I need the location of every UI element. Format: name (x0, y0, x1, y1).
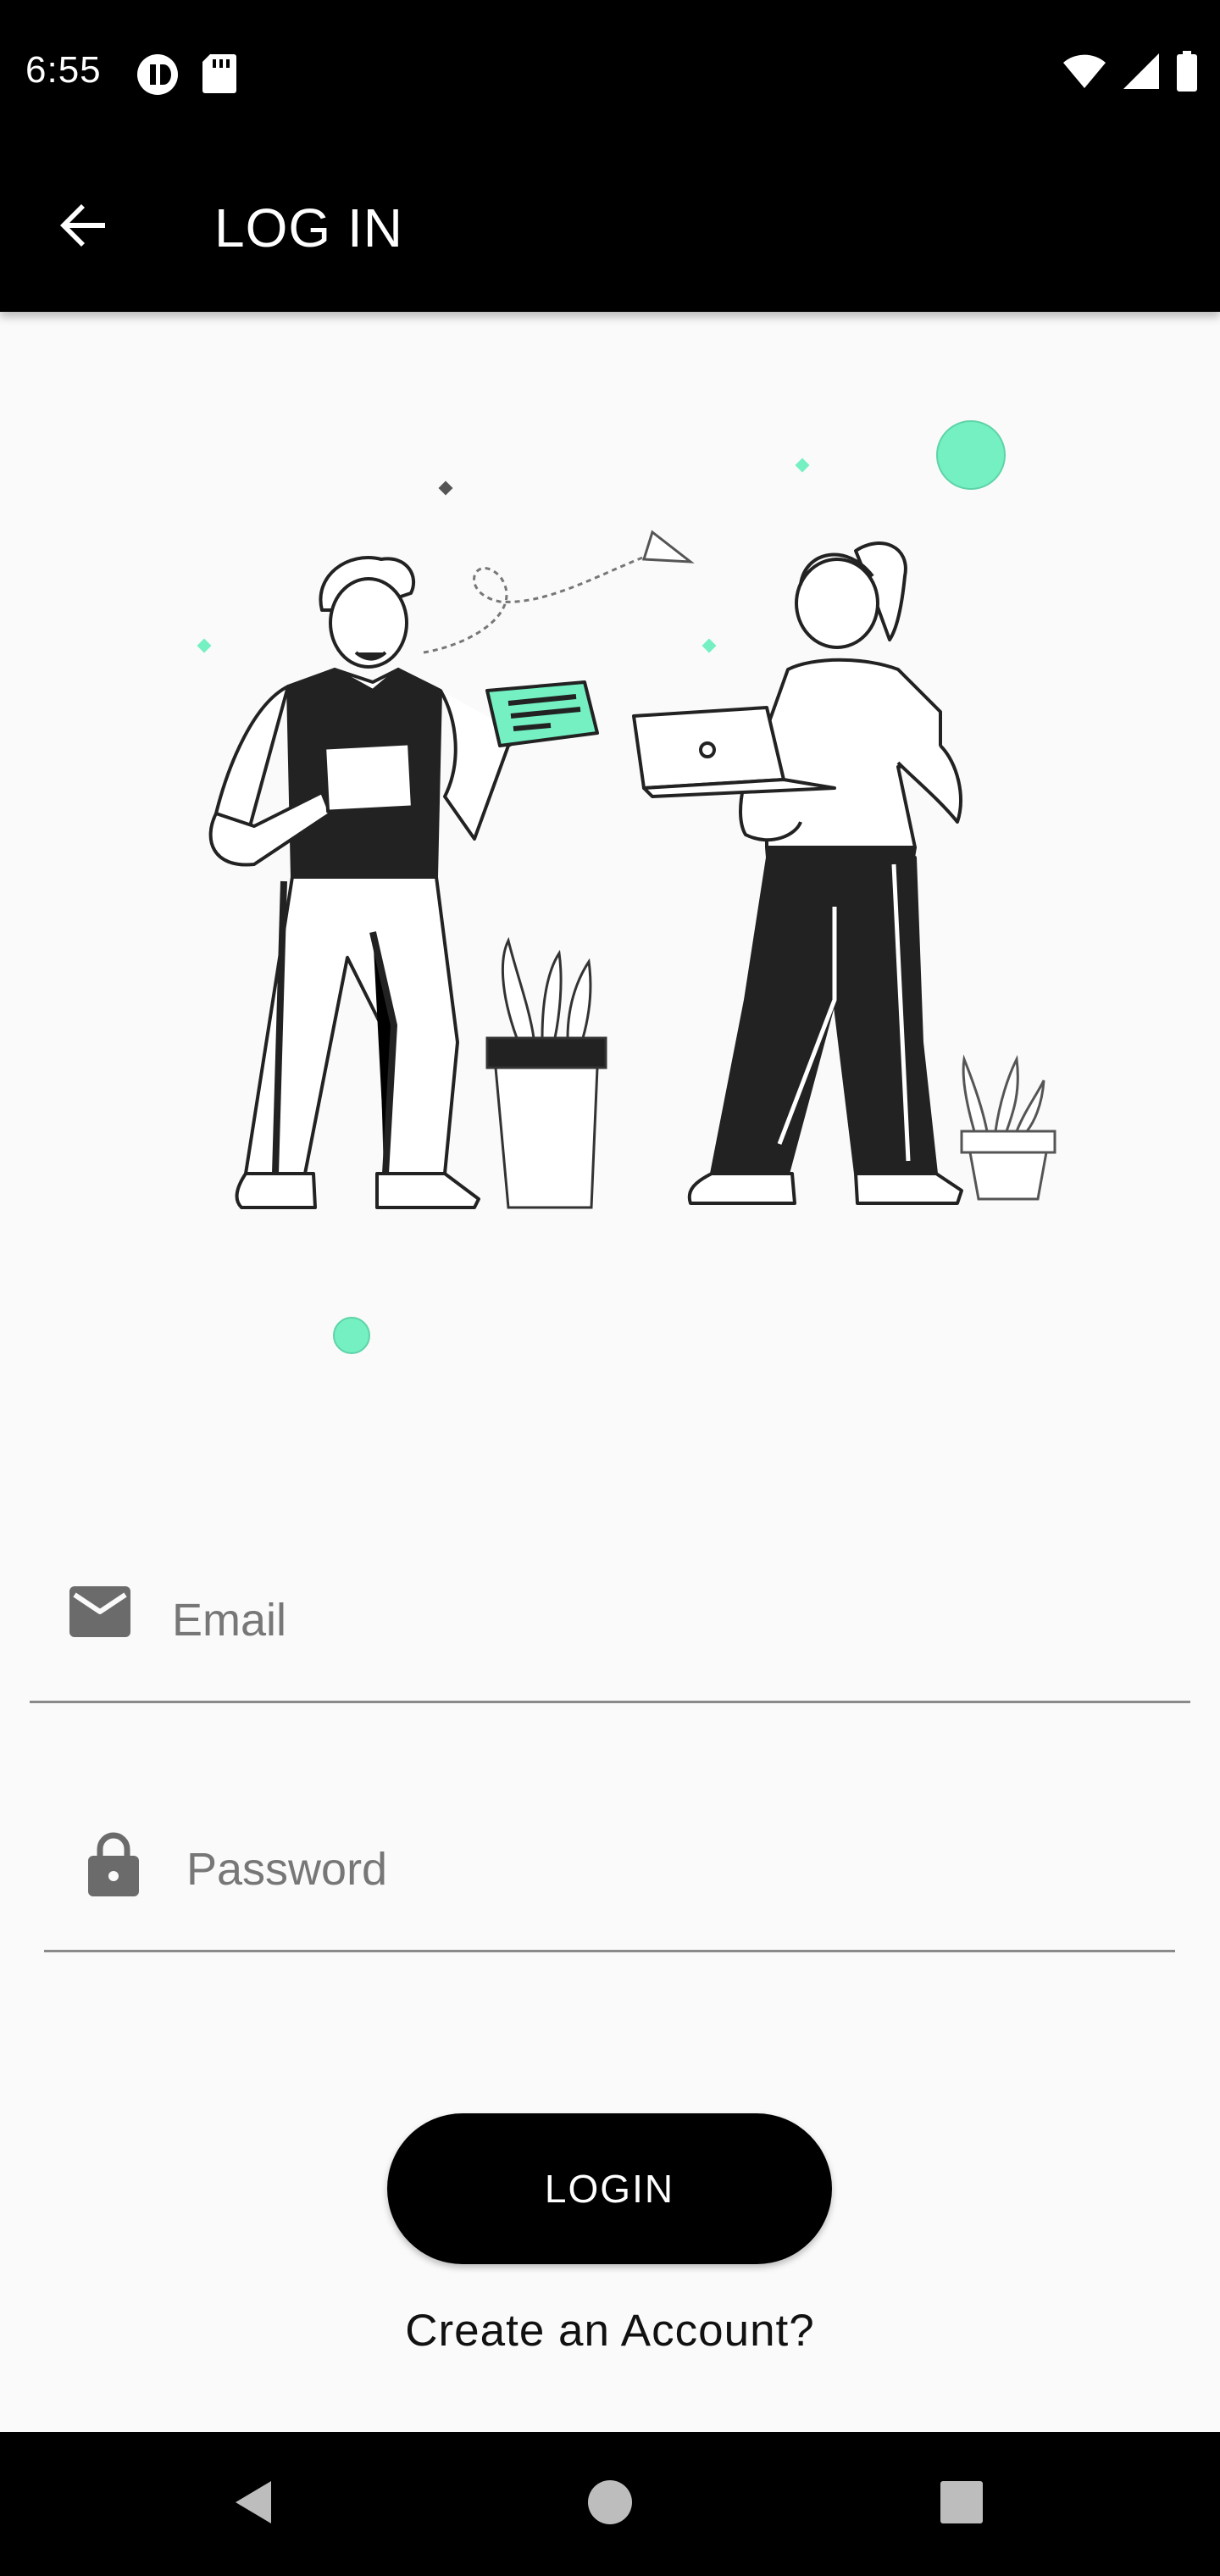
vpn-key-icon (136, 53, 180, 101)
recents-square-icon (936, 2477, 987, 2532)
back-triangle-icon (229, 2477, 280, 2532)
password-field (44, 1808, 1175, 1952)
arrow-back-icon (56, 198, 110, 257)
create-account-link[interactable]: Create an Account? (0, 2305, 1220, 2357)
nav-back-button[interactable] (216, 2466, 292, 2542)
email-field (30, 1559, 1190, 1703)
two-people-collaborating-illustration (0, 373, 1220, 1390)
wifi-icon (1062, 53, 1106, 94)
email-icon (68, 1585, 132, 1643)
system-nav-bar (0, 2432, 1220, 2576)
status-left-icons (136, 53, 237, 101)
login-button[interactable]: LOGIN (387, 2113, 832, 2264)
app-bar: LOG IN (0, 144, 1220, 312)
lock-icon (86, 1830, 141, 1902)
status-time: 6:55 (25, 49, 102, 91)
status-bar: 6:55 (0, 0, 1220, 144)
signal-icon (1122, 52, 1161, 95)
nav-recents-button[interactable] (923, 2466, 1000, 2542)
page-title: LOG IN (214, 197, 403, 258)
password-input[interactable] (186, 1827, 1118, 1912)
sd-card-icon (200, 53, 237, 101)
battery-icon (1176, 51, 1198, 96)
home-circle-icon (585, 2477, 635, 2532)
email-underline (30, 1701, 1190, 1703)
email-input[interactable] (172, 1578, 1104, 1663)
password-underline (44, 1950, 1175, 1952)
nav-home-button[interactable] (572, 2466, 648, 2542)
status-right-icons (1062, 51, 1198, 96)
back-button[interactable] (42, 186, 124, 268)
